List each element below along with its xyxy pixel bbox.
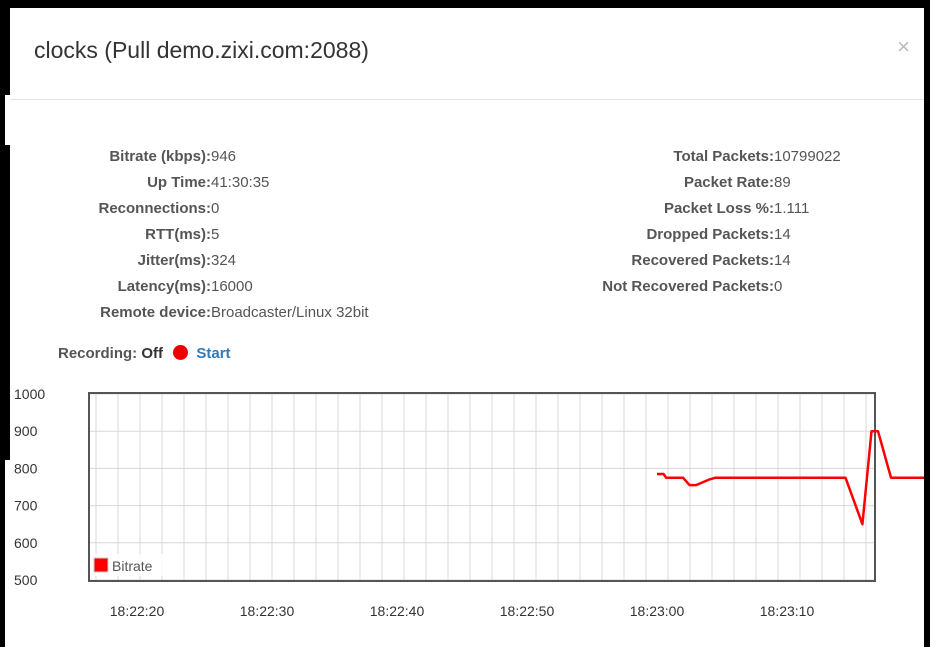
x-tick-label: 18:23:00 (630, 603, 685, 618)
stat-rtt: RTT(ms):5 (26, 226, 219, 244)
chart-legend: Bitrate (92, 554, 168, 576)
stream-stats-modal: clocks (Pull demo.zixi.com:2088) × Bitra… (10, 8, 924, 647)
stat-label: Jitter(ms): (137, 252, 211, 269)
stat-label: Latency(ms): (117, 278, 211, 295)
stat-recovered-packets: Recovered Packets:14 (564, 252, 791, 270)
start-recording-link[interactable]: Start (196, 345, 230, 362)
stat-label: Total Packets: (673, 148, 774, 165)
y-tick-label: 800 (14, 460, 38, 476)
stat-label: Packet Rate: (683, 174, 774, 191)
recording-label: Recording: (58, 345, 138, 362)
modal-title: clocks (Pull demo.zixi.com:2088) (34, 37, 369, 63)
stat-value: 14 (774, 226, 791, 243)
legend-swatch (93, 557, 109, 573)
x-tick-label: 18:22:50 (500, 603, 555, 618)
bitrate-chart: 1000 900 800 700 600 500 18:22:20 18:22:30 18:2… (10, 378, 924, 618)
stat-value: 89 (774, 174, 791, 191)
y-tick-label: 500 (14, 572, 38, 588)
x-tick-label: 18:22:30 (240, 603, 295, 618)
stat-bitrate: Bitrate (kbps):946 (26, 148, 236, 166)
stat-value: Broadcaster/Linux 32bit (211, 304, 369, 321)
backdrop-right (924, 0, 930, 647)
x-tick-label: 18:23:10 (760, 603, 815, 618)
recording-state: Off (141, 345, 164, 362)
y-tick-label: 1000 (14, 386, 45, 402)
stat-value: 14 (774, 252, 791, 269)
stat-uptime: Up Time:41:30:35 (26, 174, 269, 192)
stat-label: Packet Loss %: (663, 200, 774, 217)
x-tick-label: 18:22:40 (370, 603, 425, 618)
y-tick-label: 700 (14, 498, 38, 514)
stat-label: Remote device: (100, 304, 211, 321)
modal-header: clocks (Pull demo.zixi.com:2088) × (10, 8, 924, 100)
stat-value: 946 (211, 148, 237, 165)
stat-label: Reconnections: (98, 200, 211, 217)
stat-dropped-packets: Dropped Packets:14 (564, 226, 791, 244)
stat-value: 41:30:35 (211, 174, 270, 191)
stat-not-recovered-packets: Not Recovered Packets:0 (564, 278, 782, 296)
stat-value: 5 (211, 226, 220, 243)
stat-packet-loss: Packet Loss %:1.111 (564, 200, 809, 218)
stat-value: 0 (774, 278, 783, 295)
stat-jitter: Jitter(ms):324 (26, 252, 236, 270)
record-dot-icon (173, 345, 189, 360)
stat-label: Recovered Packets: (631, 252, 774, 269)
recording-control: Recording: Off Start (58, 344, 231, 364)
close-icon[interactable]: × (897, 36, 910, 58)
stat-label: Dropped Packets: (646, 226, 774, 243)
stat-value: 10799022 (774, 148, 841, 165)
stat-label: Up Time: (147, 174, 211, 191)
stat-latency: Latency(ms):16000 (26, 278, 253, 296)
stat-value: 16000 (211, 278, 253, 295)
stat-reconnections: Reconnections:0 (26, 200, 219, 218)
stat-value: 0 (211, 200, 220, 217)
backdrop-top (0, 0, 930, 8)
stat-label: Not Recovered Packets: (602, 278, 774, 295)
legend-label: Bitrate (112, 558, 153, 574)
stat-total-packets: Total Packets:10799022 (564, 148, 841, 166)
x-tick-label: 18:22:20 (110, 603, 165, 618)
stat-label: RTT(ms): (145, 226, 211, 243)
y-tick-label: 600 (14, 535, 38, 551)
stat-value: 324 (211, 252, 237, 269)
backdrop-left (0, 0, 10, 647)
stat-packet-rate: Packet Rate:89 (564, 174, 791, 192)
stat-remote-device: Remote device:Broadcaster/Linux 32bit (26, 304, 369, 322)
y-tick-label: 900 (14, 423, 38, 439)
stat-label: Bitrate (kbps): (109, 148, 211, 165)
stat-value: 1.111 (774, 200, 810, 217)
